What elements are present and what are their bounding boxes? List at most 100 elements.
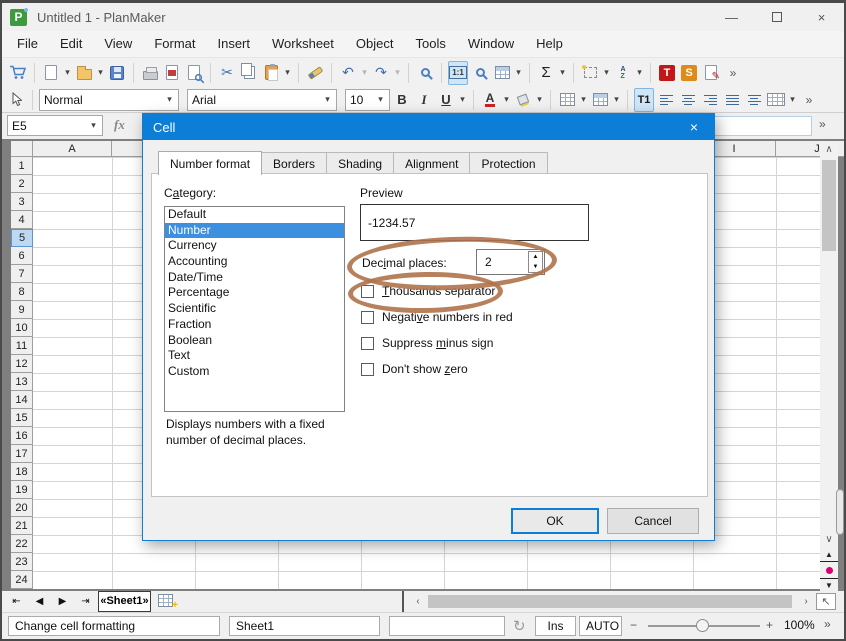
row-header-1[interactable]: 1 [11,157,33,175]
row-header-23[interactable]: 23 [11,553,33,571]
new-document-icon[interactable] [41,61,61,85]
underline-button[interactable]: U [436,88,456,112]
jump-next-icon[interactable]: ▼ [820,578,838,592]
decimal-places-value[interactable]: 2 [485,255,492,269]
maximize-button[interactable] [754,4,799,30]
row-header-17[interactable]: 17 [11,445,33,463]
row-header-13[interactable]: 13 [11,373,33,391]
autosum-icon[interactable]: Σ [536,61,556,85]
row-header-3[interactable]: 3 [11,193,33,211]
undo-icon[interactable]: ↶ [338,61,358,85]
row-header-7[interactable]: 7 [11,265,33,283]
font-size-dropdown[interactable]: ▾ [376,94,385,105]
tab-number-format[interactable]: Number format [158,151,262,175]
wrap-text-icon[interactable] [744,88,764,112]
menu-file[interactable]: File [6,31,49,57]
category-item-number[interactable]: Number [165,223,344,239]
row-header-9[interactable]: 9 [11,301,33,319]
align-right-icon[interactable] [700,88,720,112]
category-item-default[interactable]: Default [165,207,344,223]
presentations-icon[interactable]: ✎ [701,61,721,85]
sort-dropdown[interactable]: ▾ [635,67,644,78]
cut-icon[interactable]: ✂ [217,61,237,85]
underline-dropdown[interactable]: ▾ [458,94,467,105]
statusbar-overflow[interactable]: » [824,617,831,631]
borders-dropdown[interactable]: ▾ [579,94,588,105]
category-item-boolean[interactable]: Boolean [165,333,344,349]
close-button[interactable]: × [799,4,844,30]
undo-dropdown[interactable]: ▾ [360,67,369,78]
category-item-currency[interactable]: Currency [165,238,344,254]
category-item-date-time[interactable]: Date/Time [165,270,344,286]
name-box-dropdown[interactable]: ▾ [89,120,98,131]
sync-icon[interactable]: ↻ [513,617,526,635]
align-justify-icon[interactable] [722,88,742,112]
checkbox-0[interactable] [361,285,374,298]
tab-protection[interactable]: Protection [470,152,547,174]
align-center-icon[interactable] [678,88,698,112]
menu-tools[interactable]: Tools [404,31,456,57]
category-item-accounting[interactable]: Accounting [165,254,344,270]
cell-format-dropdown[interactable]: ▾ [612,94,621,105]
shop-cart-icon[interactable] [8,61,28,85]
insert-mode-indicator[interactable]: Ins [535,616,576,636]
copy-icon[interactable] [239,61,259,85]
row-header-10[interactable]: 10 [11,319,33,337]
style-dropdown[interactable]: ▾ [165,94,174,105]
save-icon[interactable] [107,61,127,85]
bold-button[interactable]: B [392,88,412,112]
fill-color-icon[interactable] [513,88,533,112]
zoom-icon[interactable] [470,61,490,85]
merge-cells-dropdown[interactable]: ▾ [788,94,797,105]
jump-to-origin-icon[interactable]: ↖ [816,593,836,610]
row-header-20[interactable]: 20 [11,499,33,517]
font-color-dropdown[interactable]: ▾ [502,94,511,105]
insert-table-dropdown[interactable]: ▾ [514,67,523,78]
category-listbox[interactable]: DefaultNumberCurrencyAccountingDate/Time… [164,206,345,412]
cell-name-box[interactable]: E5▾ [7,115,103,136]
fill-color-dropdown[interactable]: ▾ [535,94,544,105]
row-header-5[interactable]: 5 [11,229,33,247]
category-item-percentage[interactable]: Percentage [165,285,344,301]
split-window-handle[interactable] [836,489,844,535]
minimize-button[interactable]: — [709,4,754,30]
pdf-export-icon[interactable] [162,61,182,85]
category-item-fraction[interactable]: Fraction [165,317,344,333]
format-toolbar-overflow[interactable]: » [799,88,819,112]
spin-up-icon[interactable]: ▲ [529,252,542,262]
row-header-2[interactable]: 2 [11,175,33,193]
format-painter-icon[interactable] [305,61,325,85]
row-header-11[interactable]: 11 [11,337,33,355]
scroll-down-icon[interactable]: ∨ [820,531,838,547]
row-header-12[interactable]: 12 [11,355,33,373]
first-sheet-button[interactable]: ⇤ [6,593,27,610]
dialog-title-bar[interactable]: Cell [143,114,714,140]
scroll-right-icon[interactable]: › [798,593,814,610]
fx-icon[interactable]: fx [114,117,125,133]
zoom-out-icon[interactable]: − [630,618,637,632]
autosum-dropdown[interactable]: ▾ [558,67,567,78]
column-header-A[interactable]: A [33,141,112,157]
print-icon[interactable] [140,61,160,85]
category-item-scientific[interactable]: Scientific [165,301,344,317]
row-header-15[interactable]: 15 [11,409,33,427]
cell-format-icon[interactable] [590,88,610,112]
row-header-8[interactable]: 8 [11,283,33,301]
cancel-button[interactable]: Cancel [607,508,699,534]
print-preview-icon[interactable] [184,61,204,85]
paste-icon[interactable] [261,61,281,85]
object-frame-dropdown[interactable]: ▾ [602,67,611,78]
basicmaker-icon[interactable]: S [679,61,699,85]
menu-format[interactable]: Format [143,31,206,57]
checkbox-2[interactable] [361,337,374,350]
tab-borders[interactable]: Borders [262,152,327,174]
redo-icon[interactable]: ↷ [371,61,391,85]
menu-worksheet[interactable]: Worksheet [261,31,345,57]
menu-edit[interactable]: Edit [49,31,93,57]
menu-view[interactable]: View [93,31,143,57]
number-format-toggle[interactable]: T1 [634,88,654,112]
auto-indicator[interactable]: AUTO [579,616,622,636]
row-header-16[interactable]: 16 [11,427,33,445]
textmaker-icon[interactable]: T [657,61,677,85]
paste-dropdown[interactable]: ▾ [283,67,292,78]
